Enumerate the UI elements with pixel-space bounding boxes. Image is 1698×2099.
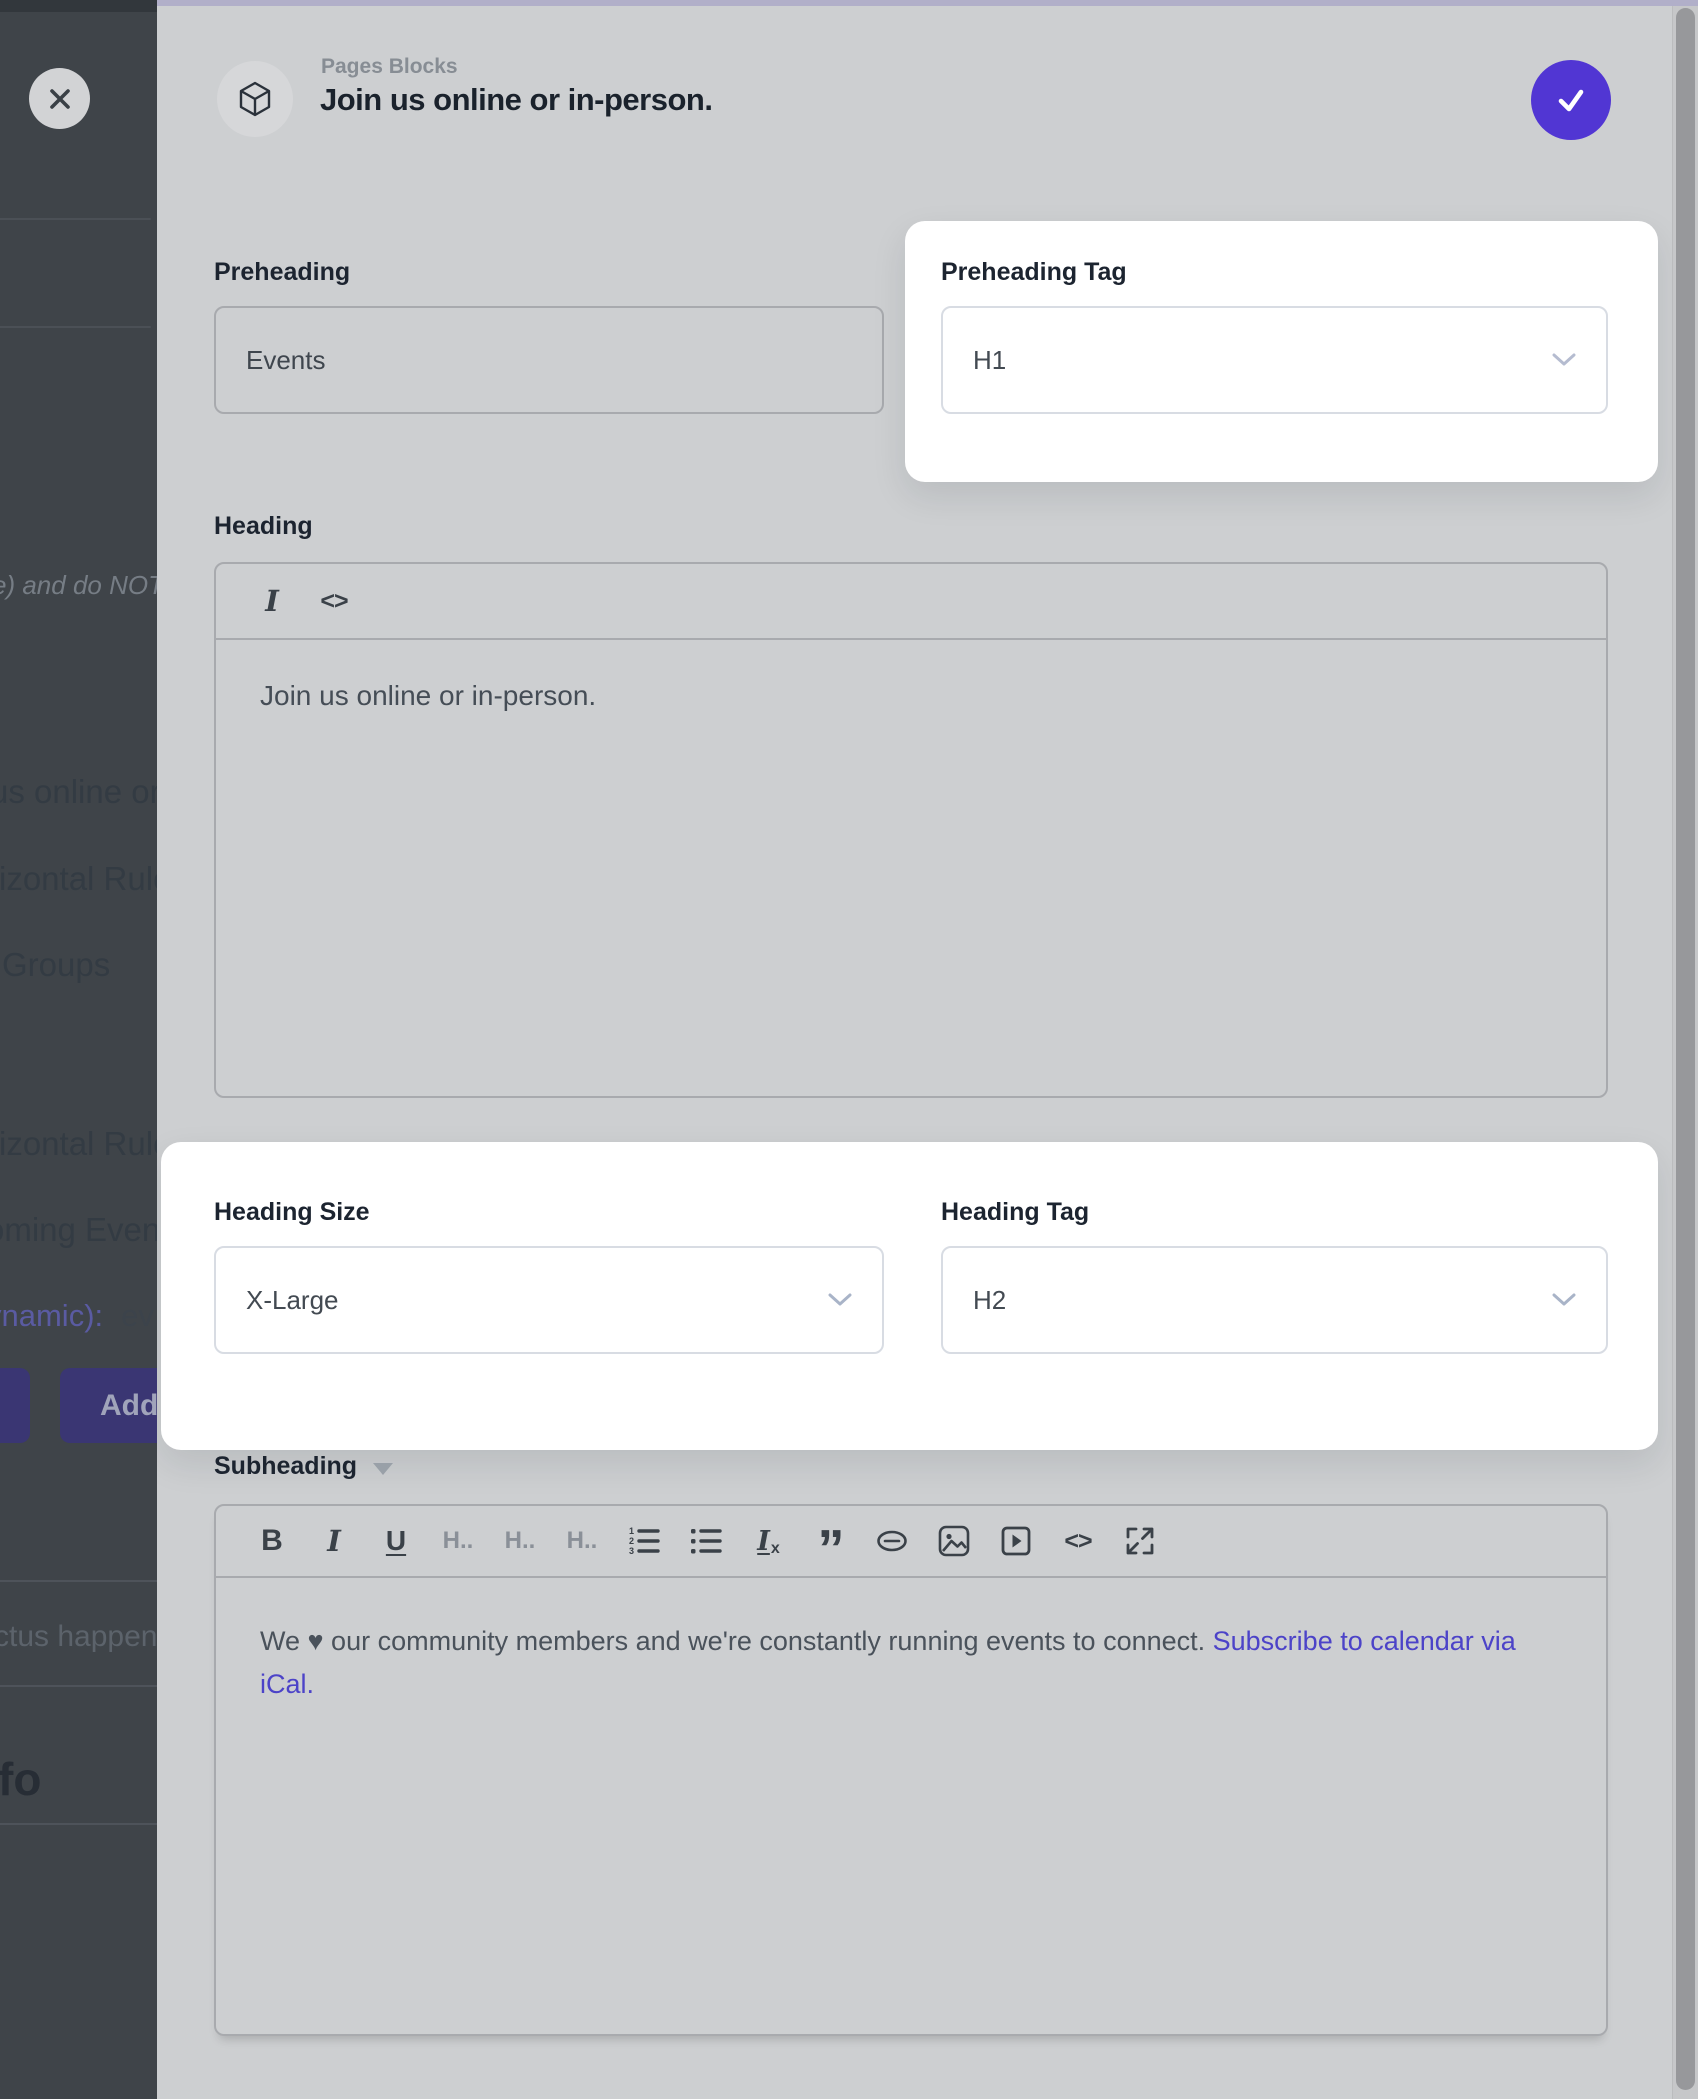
heading-tag-value: H2 xyxy=(973,1285,1006,1316)
preheading-tag-label: Preheading Tag xyxy=(941,258,1127,287)
heading2-icon[interactable]: H.. xyxy=(500,1527,540,1555)
underline-icon[interactable]: U xyxy=(376,1525,416,1557)
preheading-value: Events xyxy=(246,345,326,376)
sidebar-text-fragment: oming Events xyxy=(0,1211,157,1249)
sidebar-divider xyxy=(0,1685,157,1687)
sidebar-card-edge xyxy=(0,326,151,328)
svg-text:2: 2 xyxy=(629,1536,634,1546)
breadcrumb: Pages Blocks xyxy=(321,55,458,79)
preheading-tag-value: H1 xyxy=(973,345,1006,376)
heading3-icon[interactable]: H.. xyxy=(562,1527,602,1555)
code-icon[interactable]: <> xyxy=(314,587,354,616)
sidebar-text-fragment: rizontal Rule xyxy=(0,1125,157,1163)
svg-text:3: 3 xyxy=(629,1546,634,1556)
chevron-down-icon xyxy=(828,1293,852,1307)
italic-icon[interactable]: I xyxy=(314,1524,354,1558)
code-icon[interactable]: <> xyxy=(1058,1527,1098,1556)
svg-text:1: 1 xyxy=(629,1526,634,1536)
cut-button[interactable] xyxy=(0,1368,30,1443)
fullscreen-icon[interactable] xyxy=(1120,1525,1160,1557)
clear-format-icon[interactable]: Ix xyxy=(748,1526,788,1557)
ordered-list-icon[interactable]: 1 2 3 xyxy=(624,1526,664,1556)
sidebar-divider xyxy=(0,1823,157,1825)
check-icon xyxy=(1552,81,1590,119)
scrollbar-thumb[interactable] xyxy=(1676,8,1695,2090)
preheading-input[interactable]: Events xyxy=(214,306,884,414)
sidebar-text-fragment: Groups xyxy=(2,946,110,984)
subheading-toolbar: B I U H.. H.. H.. 1 2 3 xyxy=(216,1506,1606,1578)
heading-tag-select[interactable]: H2 xyxy=(941,1246,1608,1354)
heading-label: Heading xyxy=(214,512,313,541)
heading-tag-label: Heading Tag xyxy=(941,1198,1089,1227)
preheading-tag-select[interactable]: H1 xyxy=(941,306,1608,414)
subheading-label: Subheading xyxy=(214,1452,357,1481)
add-button-label: Add xyxy=(100,1389,157,1423)
heading-size-label: Heading Size xyxy=(214,1198,370,1227)
block-type-icon-wrap xyxy=(217,61,293,137)
heading-toolbar: I <> xyxy=(216,564,1606,640)
subheading-textarea[interactable]: We ♥ our community members and we're con… xyxy=(216,1578,1576,1748)
close-icon xyxy=(45,84,75,114)
preheading-label: Preheading xyxy=(214,258,350,287)
chevron-down-icon xyxy=(1552,1293,1576,1307)
sidebar-top-strip xyxy=(0,0,157,12)
bold-icon[interactable]: B xyxy=(252,1524,292,1558)
heading1-icon[interactable]: H.. xyxy=(438,1527,478,1555)
sidebar-text-fragment: us online or i xyxy=(0,773,157,811)
sidebar-card-edge xyxy=(0,218,151,220)
collapse-caret-icon[interactable] xyxy=(373,1463,393,1475)
blockquote-icon[interactable]: ” xyxy=(810,1539,850,1559)
scrollbar-track[interactable] xyxy=(1672,0,1698,2099)
link-icon[interactable] xyxy=(872,1526,912,1556)
sidebar-text-fragment: rizontal Rule xyxy=(0,860,157,898)
heading-textarea[interactable]: Join us online or in-person. xyxy=(216,640,1606,752)
sidebar-heading-fragment: fo xyxy=(0,1752,41,1806)
subheading-label-row: Subheading xyxy=(214,1452,393,1481)
chevron-down-icon xyxy=(1552,353,1576,367)
add-button[interactable]: Add xyxy=(60,1368,157,1443)
sidebar-divider xyxy=(0,1580,157,1582)
subheading-editor[interactable]: B I U H.. H.. H.. 1 2 3 xyxy=(214,1504,1608,2036)
italic-icon[interactable]: I xyxy=(252,584,292,618)
sidebar-text-fragment: ctus happen xyxy=(0,1620,157,1654)
heading-editor[interactable]: I <> Join us online or in-person. xyxy=(214,562,1608,1098)
video-icon[interactable] xyxy=(996,1525,1036,1557)
sidebar-text-fragment: ynamic): ev xyxy=(0,1298,154,1334)
image-icon[interactable] xyxy=(934,1525,974,1557)
heading-size-select[interactable]: X-Large xyxy=(214,1246,884,1354)
subheading-text: We ♥ our community members and we're con… xyxy=(260,1626,1213,1656)
close-button[interactable] xyxy=(29,68,90,129)
block-editor-panel: Pages Blocks Join us online or in-person… xyxy=(157,0,1698,2099)
cube-icon xyxy=(236,80,274,118)
sidebar-text-fragment: e) and do NOT xyxy=(0,570,157,601)
bullet-list-icon[interactable] xyxy=(686,1526,726,1556)
dimmed-sidebar: e) and do NOT us online or i rizontal Ru… xyxy=(0,0,157,2099)
heading-size-value: X-Large xyxy=(246,1285,339,1316)
sidebar-fragment-suffix: ev xyxy=(121,1298,154,1333)
page-title: Join us online or in-person. xyxy=(320,82,712,118)
sidebar-purple-fragment: ynamic): xyxy=(0,1298,103,1333)
top-edge-accent-strip xyxy=(157,0,1698,6)
confirm-button[interactable] xyxy=(1531,60,1611,140)
